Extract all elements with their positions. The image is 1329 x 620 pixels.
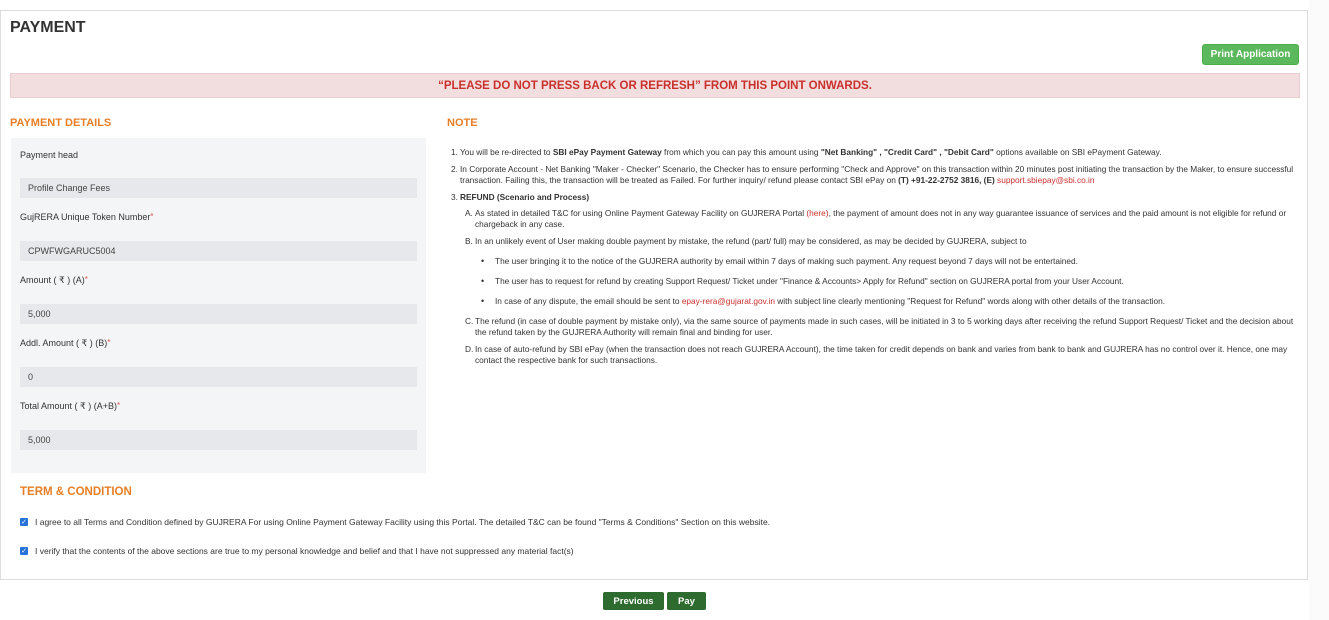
verify-row: ✓ I verify that the contents of the abov… — [20, 546, 574, 556]
verify-label: I verify that the contents of the above … — [35, 546, 574, 556]
payment-panel: PAYMENT Print Application “PLEASE DO NOT… — [0, 10, 1308, 580]
refund-item-c: C. The refund (in case of double payment… — [465, 316, 1294, 337]
refund-bullet-3: • In case of any dispute, the email shou… — [481, 296, 1166, 306]
warning-banner: “PLEASE DO NOT PRESS BACK OR REFRESH” FR… — [10, 73, 1300, 98]
terms-agree-label: I agree to all Terms and Condition defin… — [35, 517, 771, 527]
bullet-icon: • — [481, 296, 485, 306]
refund-bullet-2: • The user has to request for refund by … — [481, 276, 1124, 286]
refund-item-d: D. In case of auto-refund by SBI ePay (w… — [465, 344, 1288, 365]
epay-email-link[interactable]: epay-rera@gujarat.gov.in — [682, 296, 775, 306]
addl-amount-field: 0 — [20, 367, 417, 387]
previous-button[interactable]: Previous — [603, 592, 664, 610]
print-application-button[interactable]: Print Application — [1202, 44, 1299, 65]
token-number-label: GujRERA Unique Token Number* — [20, 212, 154, 222]
total-amount-field: 5,000 — [20, 430, 417, 450]
terms-heading: TERM & CONDITION — [20, 486, 132, 498]
pay-button[interactable]: Pay — [667, 592, 706, 610]
payment-details-box: Payment head Profile Change Fees GujRERA… — [11, 138, 426, 473]
refund-item-b: B. In an unlikely event of User making d… — [465, 236, 1027, 246]
page-scrollbar[interactable] — [1309, 0, 1329, 620]
bullet-icon: • — [481, 276, 485, 286]
bullet-icon: • — [481, 256, 485, 266]
note-item-1: 1. You will be re-directed to SBI ePay P… — [451, 147, 1162, 157]
note-heading: NOTE — [447, 117, 478, 129]
terms-agree-row: ✓ I agree to all Terms and Condition def… — [20, 517, 770, 527]
payment-head-field: Profile Change Fees — [20, 178, 417, 198]
note-item-3: 3. REFUND (Scenario and Process) — [451, 192, 590, 202]
addl-amount-label: Addl. Amount ( ₹ ) (B)* — [20, 338, 111, 348]
tc-here-link[interactable]: (here) — [806, 208, 828, 218]
refund-bullet-1: • The user bringing it to the notice of … — [481, 256, 1078, 266]
page-title: PAYMENT — [10, 19, 86, 36]
note-list: 1. You will be re-directed to SBI ePay P… — [451, 147, 1299, 372]
payment-head-label: Payment head — [20, 150, 79, 160]
token-number-field: CPWFWGARUC5004 — [20, 241, 417, 261]
amount-field: 5,000 — [20, 304, 417, 324]
total-amount-label: Total Amount ( ₹ ) (A+B)* — [20, 401, 121, 411]
verify-checkbox[interactable]: ✓ — [20, 547, 28, 555]
amount-label: Amount ( ₹ ) (A)* — [20, 275, 88, 285]
payment-details-heading: PAYMENT DETAILS — [10, 117, 112, 129]
refund-item-a: A. As stated in detailed T&C for using O… — [465, 208, 1287, 229]
terms-agree-checkbox[interactable]: ✓ — [20, 518, 28, 526]
note-item-2: 2. In Corporate Account - Net Banking "M… — [451, 164, 1294, 185]
support-email-link[interactable]: support.sbiepay@sbi.co.in — [995, 175, 1094, 185]
